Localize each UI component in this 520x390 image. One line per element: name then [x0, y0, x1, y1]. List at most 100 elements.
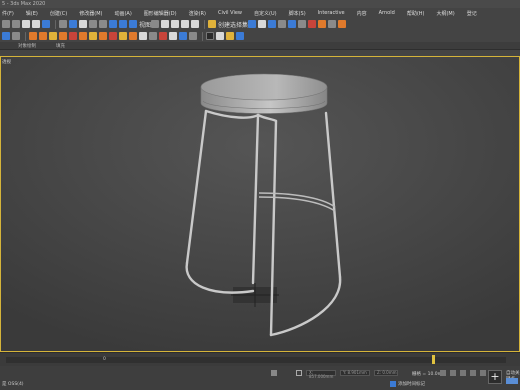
viewport-label[interactable]: 透视 — [2, 59, 11, 65]
menu-interactive[interactable]: Interactive — [318, 10, 345, 16]
next-frame-icon[interactable] — [470, 370, 476, 376]
stop-icon[interactable] — [12, 32, 20, 40]
ribbon-left-label[interactable]: 对象绘制 — [18, 43, 36, 49]
go-to-start-icon[interactable] — [440, 370, 446, 376]
bind-spacewarp-icon[interactable] — [42, 20, 50, 28]
view-dropdown[interactable]: 视图 — [139, 20, 151, 29]
menu-login[interactable]: 登记 — [467, 10, 477, 17]
menu-content[interactable]: 内容 — [357, 10, 367, 17]
isolate-icon[interactable] — [226, 32, 234, 40]
toolbar-separator — [204, 19, 206, 29]
select-icon[interactable] — [69, 20, 77, 28]
add-time-tag-icon[interactable] — [390, 381, 396, 387]
toolbar-separator — [25, 31, 26, 41]
window-title: 5 - 3ds Max 2020 — [2, 1, 46, 7]
render-frame-icon[interactable] — [328, 20, 337, 28]
angle-snap-icon[interactable] — [171, 20, 180, 28]
rotate-icon[interactable] — [119, 20, 127, 28]
xref-icon[interactable] — [236, 32, 244, 40]
status-message: 是 OSS(4) — [2, 382, 24, 387]
selection-filter-icon[interactable] — [59, 20, 67, 28]
align-icon[interactable] — [258, 20, 267, 28]
rect-selection-icon[interactable] — [89, 20, 97, 28]
question-icon[interactable] — [189, 32, 197, 40]
menu-file[interactable]: 件(F) — [2, 10, 14, 17]
menu-modifiers[interactable]: 修改器(M) — [79, 10, 102, 17]
menu-bar: 件(F) 辑(E) 创建(C) 修改器(M) 动画(A) 图形编辑器(D) 渲染… — [0, 8, 520, 18]
fire-icon[interactable] — [59, 32, 67, 40]
menu-rendering[interactable]: 渲染(R) — [189, 10, 206, 17]
helper-icon[interactable] — [79, 32, 87, 40]
select-by-name-icon[interactable] — [79, 20, 87, 28]
timeline[interactable]: 0 — [0, 352, 520, 366]
viewport-layout-icon[interactable] — [206, 32, 214, 40]
curve-editor-icon[interactable] — [288, 20, 297, 28]
previous-frame-icon[interactable] — [450, 370, 456, 376]
scene-explorer-icon[interactable] — [278, 20, 287, 28]
layer-icon[interactable] — [268, 20, 277, 28]
mirror-icon[interactable] — [248, 20, 257, 28]
cloud-icon[interactable] — [179, 32, 187, 40]
add-time-tag-label[interactable]: 添加时间标记 — [398, 381, 425, 387]
sun-icon[interactable] — [39, 32, 47, 40]
particle-icon[interactable] — [69, 32, 77, 40]
spacewarp-icon[interactable] — [89, 32, 97, 40]
render-icon[interactable] — [338, 20, 347, 28]
camera-icon[interactable] — [49, 32, 57, 40]
material-ball-icon[interactable] — [109, 32, 117, 40]
title-bar: 5 - 3ds Max 2020 — [0, 0, 520, 8]
menu-edit[interactable]: 辑(E) — [26, 10, 38, 17]
toolbar-separator — [202, 31, 203, 41]
perspective-viewport[interactable]: 透视 — [0, 56, 520, 352]
spinner-snap-icon[interactable] — [191, 20, 200, 28]
go-to-end-icon[interactable] — [480, 370, 486, 376]
plus-icon[interactable]: + — [488, 370, 502, 384]
unlink-icon[interactable] — [32, 20, 40, 28]
z-coordinate-field[interactable]: Z: 0.0mm — [374, 370, 398, 376]
selection-lock-icon[interactable] — [271, 370, 277, 376]
absolute-mode-icon[interactable] — [296, 370, 302, 376]
play-animation-icon[interactable] — [460, 370, 466, 376]
timeline-track[interactable] — [6, 357, 506, 363]
schematic-icon[interactable] — [298, 20, 307, 28]
menu-customize[interactable]: 自定义(U) — [254, 10, 277, 17]
pivot-icon[interactable] — [151, 20, 160, 28]
material-editor-icon[interactable] — [308, 20, 317, 28]
asset-icon[interactable] — [129, 32, 137, 40]
move-icon[interactable] — [109, 20, 117, 28]
systems-icon[interactable] — [99, 32, 107, 40]
scale-icon[interactable] — [129, 20, 137, 28]
sphere-icon[interactable] — [139, 32, 147, 40]
menu-animation[interactable]: 动画(A) — [114, 10, 131, 17]
grid-icon[interactable] — [149, 32, 157, 40]
auto-key-toggle[interactable] — [506, 378, 518, 384]
secondary-toolbar — [0, 30, 520, 42]
ribbon-mid-label[interactable]: 填充 — [56, 43, 65, 49]
edit-named-selection-icon[interactable] — [208, 20, 217, 28]
timeline-zero-label: 0 — [103, 357, 106, 362]
menu-help[interactable]: 帮助(H) — [407, 10, 425, 17]
redo-icon[interactable] — [12, 20, 20, 28]
gear-icon[interactable] — [169, 32, 177, 40]
light-icon[interactable] — [29, 32, 37, 40]
y-coordinate-field[interactable]: Y: 8.901mm — [340, 370, 370, 376]
selection-set-dropdown[interactable]: 创建选择集 — [218, 20, 248, 29]
menu-create[interactable]: 创建(C) — [50, 10, 67, 17]
menu-outline[interactable]: 大纲(M) — [436, 10, 454, 17]
play-icon[interactable] — [2, 32, 10, 40]
x-coordinate-field[interactable]: X: 857.000mm — [306, 370, 336, 379]
render-setup-icon[interactable] — [318, 20, 327, 28]
time-slider-handle[interactable] — [432, 355, 435, 364]
window-crossing-icon[interactable] — [99, 20, 107, 28]
undo-icon[interactable] — [2, 20, 10, 28]
menu-scripting[interactable]: 脚本(S) — [289, 10, 306, 17]
menu-civil-view[interactable]: Civil View — [218, 10, 242, 16]
bulb-icon[interactable] — [119, 32, 127, 40]
statistics-icon[interactable] — [216, 32, 224, 40]
select-link-icon[interactable] — [22, 20, 30, 28]
snap-3-icon[interactable] — [161, 20, 170, 28]
record-icon[interactable] — [159, 32, 167, 40]
menu-arnold[interactable]: Arnold — [379, 10, 395, 16]
menu-graph-editors[interactable]: 图形编辑器(D) — [144, 10, 177, 17]
percent-snap-icon[interactable] — [181, 20, 190, 28]
